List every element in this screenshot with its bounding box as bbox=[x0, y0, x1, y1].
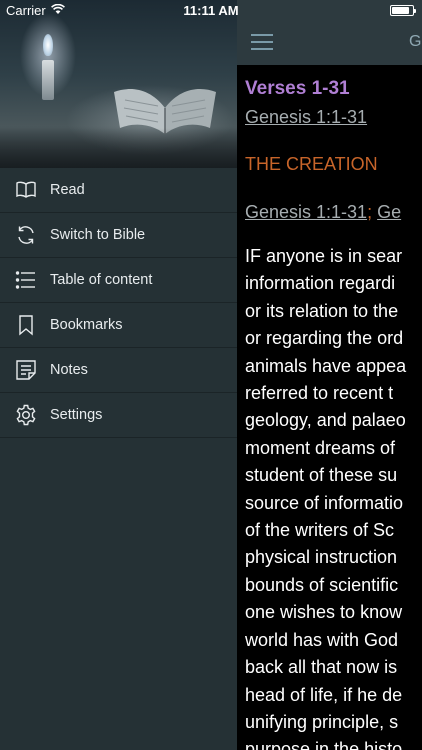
text-line: animals have appea bbox=[245, 355, 407, 376]
gear-icon bbox=[0, 403, 50, 427]
battery-icon bbox=[390, 5, 416, 16]
text-line: source of informatio bbox=[245, 492, 404, 513]
candle bbox=[42, 60, 54, 100]
text-line: student of these su bbox=[245, 465, 398, 486]
text-line: purpose in the histo bbox=[245, 739, 403, 750]
reference-separator: ; bbox=[367, 202, 373, 222]
scripture-reference-link[interactable]: Ge bbox=[377, 201, 401, 223]
menu-item-switch-to-bible[interactable]: Switch to Bible bbox=[0, 213, 237, 258]
text-line: geology, and palaeo bbox=[245, 410, 406, 431]
menu-item-label: Settings bbox=[50, 407, 103, 423]
text-line: IF anyone is in sear bbox=[245, 246, 403, 266]
text-line: or regarding the ord bbox=[245, 328, 404, 349]
text-line: one wishes to know bbox=[245, 602, 403, 623]
menu-item-table-of-content[interactable]: Table of content bbox=[0, 258, 237, 303]
reader-pane: G Verses 1-31 Genesis 1:1-31 THE CREATIO… bbox=[237, 0, 422, 750]
menu-item-label: Table of content bbox=[50, 272, 153, 288]
hamburger-menu-icon[interactable] bbox=[251, 34, 273, 50]
text-line: information regardi bbox=[245, 273, 396, 294]
scripture-reference-link[interactable]: Genesis 1:1-31 bbox=[245, 201, 367, 223]
text-line: of the writers of Sc bbox=[245, 520, 395, 541]
book-open-icon bbox=[0, 178, 50, 202]
status-time: 11:11 AM bbox=[183, 3, 239, 18]
refresh-icon bbox=[0, 223, 50, 247]
notes-icon bbox=[0, 358, 50, 382]
menu-item-notes[interactable]: Notes bbox=[0, 348, 237, 393]
text-line: head of life, if he de bbox=[245, 684, 403, 705]
menu-item-label: Bookmarks bbox=[50, 317, 123, 333]
menu-item-read[interactable]: Read bbox=[0, 168, 237, 213]
reference-line: Genesis 1:1-31; Ge bbox=[245, 201, 422, 223]
nav-title: G bbox=[409, 33, 422, 50]
text-line: unifying principle, s bbox=[245, 711, 399, 732]
text-line: referred to recent t bbox=[245, 383, 394, 404]
menu-item-label: Switch to Bible bbox=[50, 227, 146, 243]
text-line: bounds of scientific bbox=[245, 574, 399, 595]
list-icon bbox=[0, 268, 50, 292]
menu-item-bookmarks[interactable]: Bookmarks bbox=[0, 303, 237, 348]
menu-item-label: Notes bbox=[50, 362, 88, 378]
candle-flame bbox=[43, 34, 53, 56]
text-line: world has with God bbox=[245, 629, 399, 650]
menu-item-settings[interactable]: Settings bbox=[0, 393, 237, 438]
text-line: moment dreams of bbox=[245, 437, 396, 458]
drawer-menu: Read Switch to Bible Table of content Bo… bbox=[0, 168, 237, 438]
menu-item-label: Read bbox=[50, 182, 85, 198]
commentary-text: IF anyone is in sear information regardi… bbox=[245, 243, 422, 750]
reader-content: Verses 1-31 Genesis 1:1-31 THE CREATION … bbox=[245, 78, 422, 750]
verses-title: Verses 1-31 bbox=[245, 78, 350, 99]
section-title: THE CREATION bbox=[245, 154, 378, 174]
bookmark-icon bbox=[0, 313, 50, 337]
drawer-header-image bbox=[0, 0, 237, 168]
text-line: or its relation to the bbox=[245, 300, 399, 321]
side-drawer: Read Switch to Bible Table of content Bo… bbox=[0, 0, 237, 750]
text-line: back all that now is bbox=[245, 657, 398, 678]
scripture-reference-link[interactable]: Genesis 1:1-31 bbox=[245, 106, 367, 128]
status-bar: Carrier 11:11 AM bbox=[0, 0, 422, 20]
text-line: physical instruction bbox=[245, 547, 398, 568]
